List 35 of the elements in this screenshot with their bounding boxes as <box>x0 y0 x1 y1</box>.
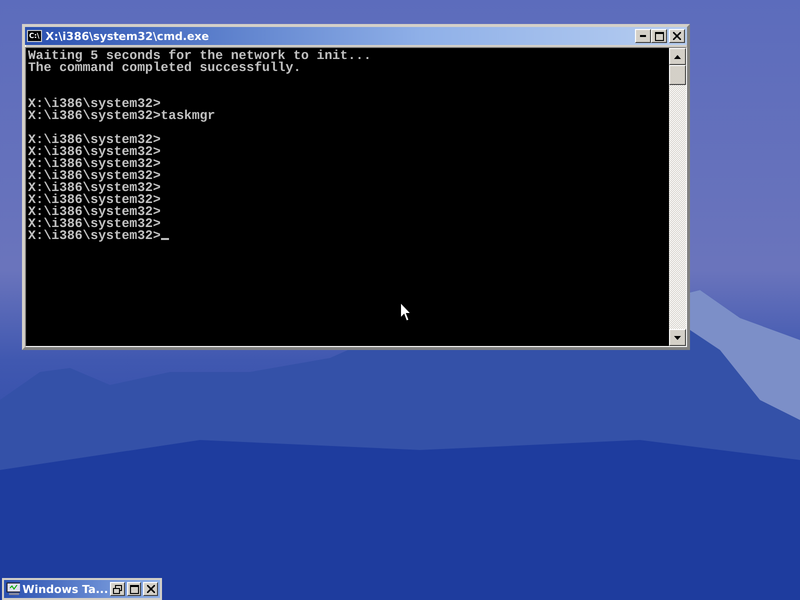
scrollbar-thumb[interactable] <box>669 65 686 85</box>
mouse-pointer-icon <box>400 302 412 322</box>
scroll-up-button[interactable] <box>669 48 686 65</box>
close-button[interactable] <box>143 582 158 596</box>
close-icon <box>146 585 155 593</box>
console-line: X:\i386\system32> <box>28 192 161 207</box>
scroll-down-button[interactable] <box>669 329 686 346</box>
console-line: X:\i386\system32> <box>28 132 161 147</box>
maximize-button[interactable] <box>126 582 142 596</box>
console-line: X:\i386\system32> <box>28 228 161 243</box>
console-line: The command completed successfully. <box>28 60 302 75</box>
minimized-window[interactable]: Windows Ta... <box>2 578 162 600</box>
console-line: X:\i386\system32> <box>28 144 161 159</box>
maximize-icon <box>130 584 139 594</box>
console-line: X:\i386\system32> <box>28 96 161 111</box>
console-line: X:\i386\system32>taskmgr <box>28 108 216 123</box>
restore-button[interactable] <box>110 582 125 596</box>
monitor-icon <box>6 582 20 596</box>
vertical-scrollbar[interactable] <box>669 48 686 346</box>
minimize-button[interactable] <box>635 29 651 43</box>
console-line: X:\i386\system32> <box>28 204 161 219</box>
down-arrow-icon <box>674 336 681 340</box>
close-button[interactable] <box>669 29 685 43</box>
maximize-icon <box>654 32 664 40</box>
window-title: Windows Ta... <box>22 582 108 596</box>
close-icon <box>673 32 681 40</box>
console-line: X:\i386\system32> <box>28 180 161 195</box>
maximize-button[interactable] <box>651 29 667 43</box>
console-line: X:\i386\system32> <box>28 216 161 231</box>
minimize-icon <box>640 35 646 37</box>
window-title: X:\i386\system32\cmd.exe <box>46 30 210 42</box>
console-line: X:\i386\system32> <box>28 156 161 171</box>
restore-icon <box>112 584 122 594</box>
console-line: X:\i386\system32> <box>28 168 161 183</box>
up-arrow-icon <box>674 54 681 58</box>
